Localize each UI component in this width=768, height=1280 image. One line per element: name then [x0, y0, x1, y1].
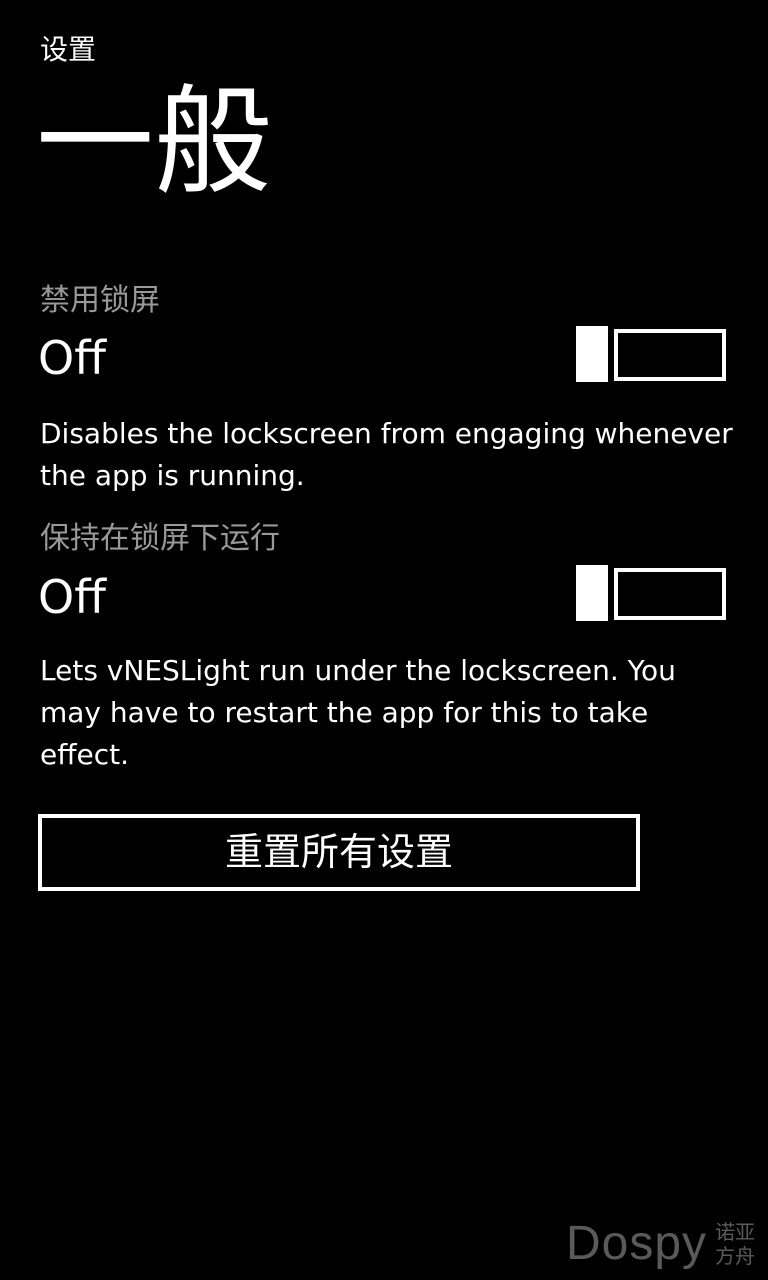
toggle-switch-disable-lockscreen[interactable] [576, 326, 726, 382]
toggle-track [614, 329, 726, 381]
toggle-thumb [576, 326, 608, 382]
app-title: 设置 [40, 33, 97, 66]
toggle-switch-run-under-lockscreen[interactable] [576, 565, 726, 621]
setting-value-disable-lockscreen: Off [38, 331, 106, 385]
toggle-track [614, 568, 726, 620]
setting-value-run-under-lockscreen: Off [38, 570, 106, 624]
page-title: 一般 [36, 73, 273, 211]
setting-description-disable-lockscreen: Disables the lockscreen from engaging wh… [40, 417, 733, 492]
reset-all-settings-button[interactable]: 重置所有设置 [38, 814, 640, 891]
watermark-subtext-line1: 诺亚 [715, 1220, 756, 1244]
toggle-thumb [576, 565, 608, 621]
setting-description-run-under-lockscreen: Lets vNESLight run under the lockscreen.… [40, 654, 676, 771]
setting-header-disable-lockscreen: 禁用锁屏 [40, 283, 160, 318]
watermark-subtext: 诺亚 方舟 [715, 1220, 755, 1268]
setting-header-run-under-lockscreen: 保持在锁屏下运行 [40, 521, 280, 556]
watermark-subtext-line2: 方舟 [715, 1244, 756, 1268]
watermark-logo: Dospy 诺亚 方舟 [566, 1216, 755, 1272]
watermark-text: Dospy [566, 1217, 708, 1270]
